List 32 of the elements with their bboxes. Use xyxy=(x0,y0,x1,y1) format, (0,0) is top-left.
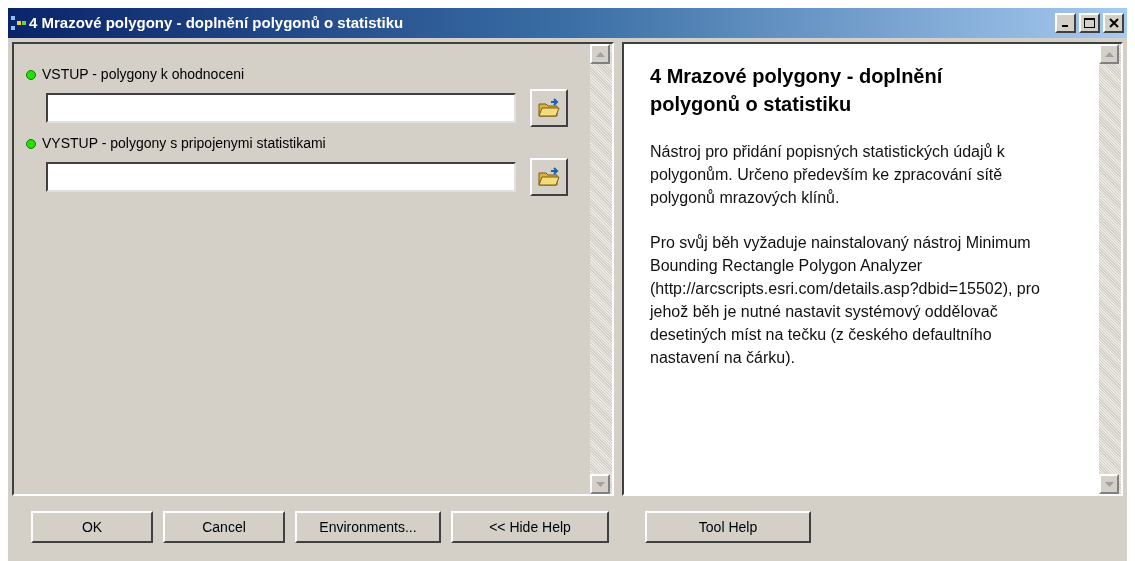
maximize-icon xyxy=(1084,18,1095,28)
app-icon xyxy=(11,15,27,31)
tool-help-button[interactable]: Tool Help xyxy=(645,511,811,543)
down-arrow-icon xyxy=(595,481,605,487)
parameter-label: VYSTUP - polygony s pripojenymi statistikami xyxy=(42,134,326,153)
maximize-button[interactable] xyxy=(1079,13,1100,33)
scroll-down-button[interactable] xyxy=(590,474,610,494)
down-arrow-icon xyxy=(1104,481,1114,487)
dialog-button[interactable]: Cancel xyxy=(163,511,285,543)
window-title: 4 Mrazové polygony - doplnění polygonů o statistiku xyxy=(29,12,405,33)
input-field[interactable] xyxy=(46,93,516,123)
up-arrow-icon xyxy=(595,51,605,57)
close-button[interactable] xyxy=(1103,13,1124,33)
close-icon xyxy=(1108,18,1119,28)
scroll-down-button[interactable] xyxy=(1099,474,1119,494)
scroll-up-button[interactable] xyxy=(590,44,610,64)
dialog-button[interactable]: OK xyxy=(31,511,153,543)
input-field[interactable] xyxy=(46,162,516,192)
help-title: 4 Mrazové polygony - doplnění polygonů o statistiku xyxy=(650,64,944,117)
parameter-label: VSTUP - polygony k ohodnoceni xyxy=(42,65,245,84)
minimize-button[interactable] xyxy=(1055,13,1076,33)
open-folder-icon xyxy=(538,98,560,118)
up-arrow-icon xyxy=(1104,51,1114,57)
help-paragraph: Pro svůj běh vyžaduje nainstalovaný nástroj Minimum Bounding Rectangle Polygon Analyzer (http://arcscripts.esri.com/details.asp?dbid=15502), pro jehož běh je nutné nastavit systémový oddělovač desetiných míst na tečku (z českého defaultního nastavení na čárku). xyxy=(650,233,1041,368)
scroll-up-button[interactable] xyxy=(1099,44,1119,64)
browse-button[interactable] xyxy=(530,158,568,196)
dialog-button[interactable]: << Hide Help xyxy=(451,511,609,543)
dialog-button[interactable]: Environments... xyxy=(295,511,441,543)
help-paragraph: Nástroj pro přidání popisných statistických údajů k polygonům. Určeno především ke zpracování sítě polygonů mrazových klínů. xyxy=(650,142,1006,208)
open-folder-icon xyxy=(538,167,560,187)
minimize-icon xyxy=(1061,25,1068,27)
browse-button[interactable] xyxy=(530,89,568,127)
